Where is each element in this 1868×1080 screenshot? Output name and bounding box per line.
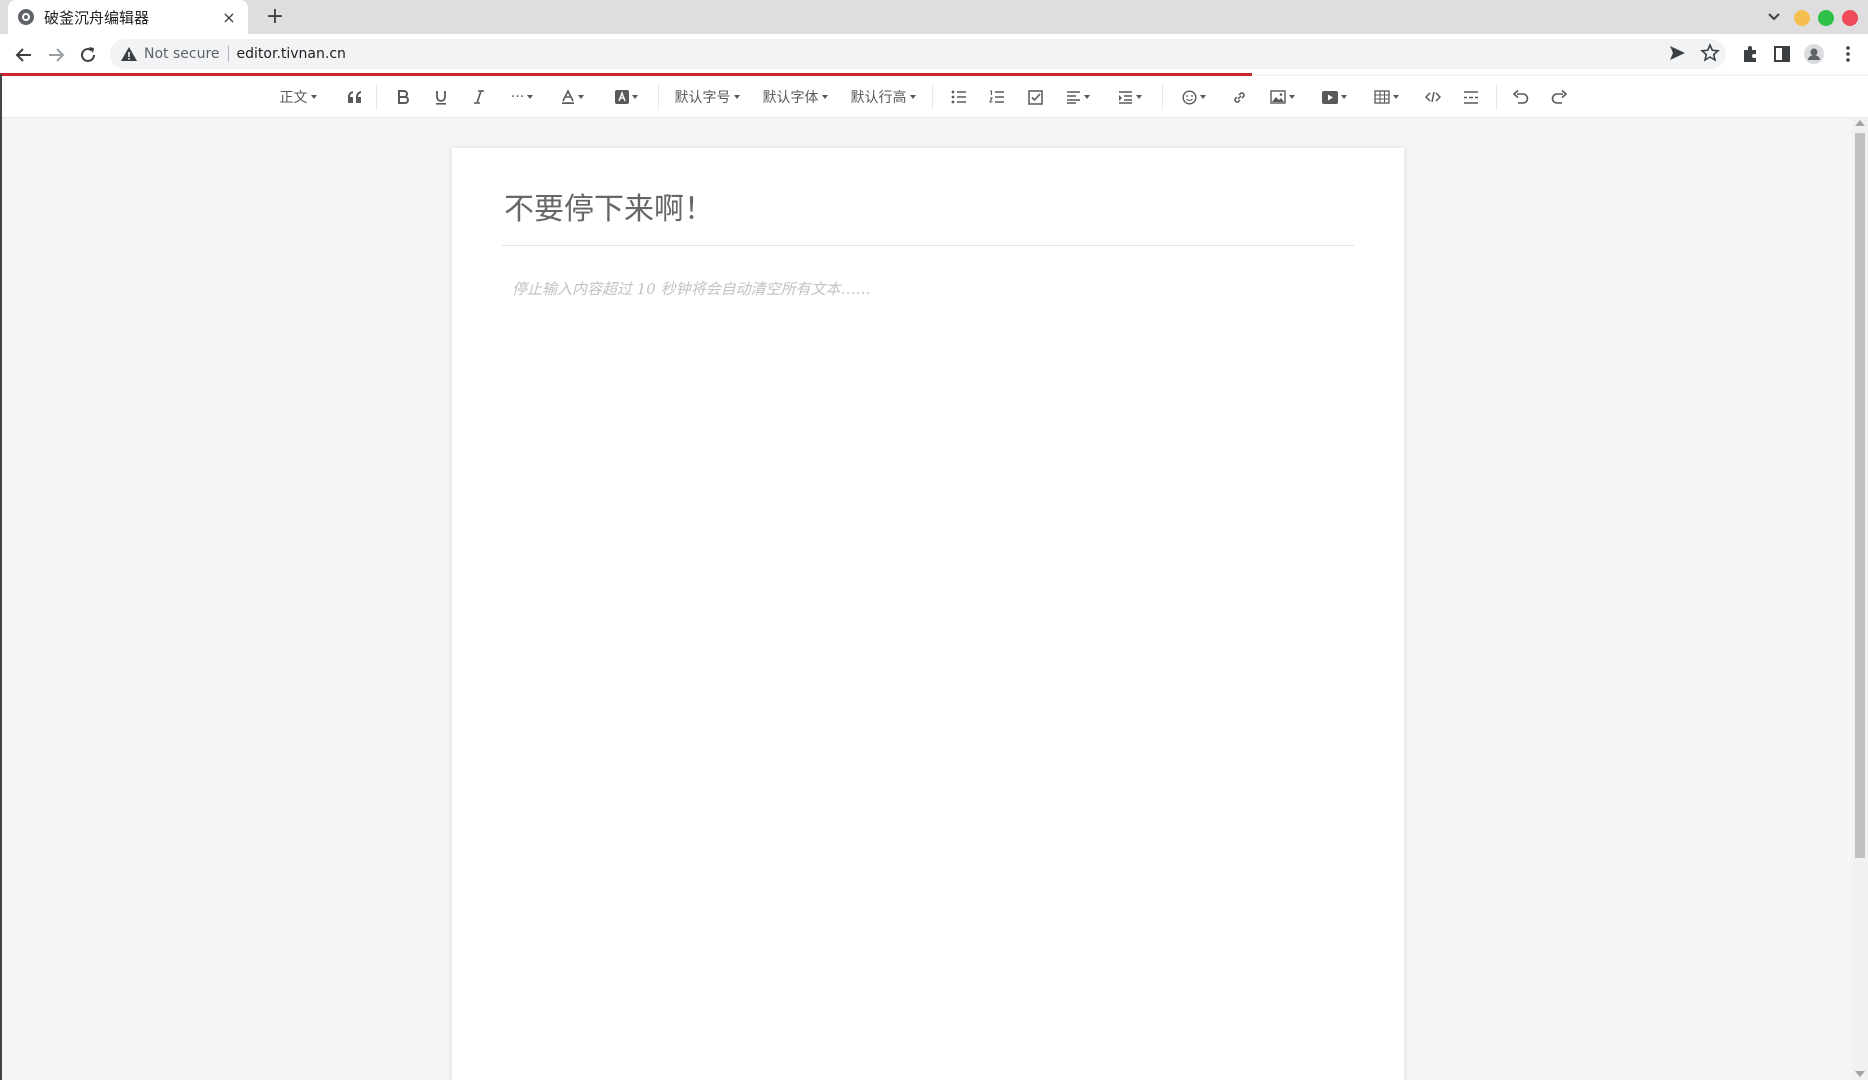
url-text[interactable]: editor.tivnan.cn (237, 46, 346, 62)
bulleted-list-icon[interactable] (946, 84, 972, 110)
todo-checkbox-icon[interactable] (1022, 84, 1048, 110)
side-panel-icon[interactable] (1770, 42, 1794, 66)
profile-avatar-icon[interactable] (1802, 42, 1826, 66)
more-formatting-label: ··· (510, 89, 525, 105)
tab-title: 破釜沉舟编辑器 (44, 8, 150, 27)
scroll-up-arrow-icon[interactable] (1855, 120, 1865, 126)
font-color-icon[interactable] (554, 84, 590, 110)
warning-triangle-icon[interactable] (120, 45, 138, 63)
reload-icon[interactable] (75, 42, 101, 68)
font-size-select-label: 默认字号 (674, 90, 731, 106)
code-icon[interactable] (1420, 84, 1446, 110)
chrome-menu-icon[interactable] (1836, 42, 1860, 66)
bookmark-star-icon[interactable] (1698, 41, 1722, 65)
font-family-select-label: 默认字体 (762, 90, 819, 106)
font-size-select[interactable]: 默认字号 (672, 84, 742, 110)
emoji-icon[interactable] (1176, 84, 1212, 110)
blockquote-icon[interactable] (342, 84, 368, 110)
heading-select-label: 正文 (279, 90, 308, 106)
omnibox[interactable]: Not secure editor.tivnan.cn (110, 39, 1726, 69)
heading-select[interactable]: 正文 (274, 84, 322, 110)
italic-icon[interactable] (466, 84, 492, 110)
indent-icon[interactable] (1112, 84, 1148, 110)
bold-icon[interactable] (390, 84, 416, 110)
redo-icon[interactable] (1546, 84, 1572, 110)
line-height-select-label: 默认行高 (850, 90, 907, 106)
font-family-select[interactable]: 默认字体 (760, 84, 830, 110)
divider-line-icon[interactable] (1458, 84, 1484, 110)
browser-tab[interactable]: 破釜沉舟编辑器 × (8, 0, 248, 34)
background-color-icon[interactable] (608, 84, 644, 110)
editor-toolbar: 正文 ··· 默认字号 默认字体 默认行高 (2, 76, 1868, 118)
link-icon[interactable] (1226, 84, 1252, 110)
new-tab-button[interactable]: + (262, 4, 288, 30)
extensions-puzzle-icon[interactable] (1738, 42, 1762, 66)
window-minimize-button[interactable] (1794, 10, 1810, 26)
editor-body-placeholder[interactable]: 停止输入内容超过 10 秒钟将会自动清空所有文本…… (512, 278, 1352, 302)
document-title[interactable]: 不要停下来啊！ (504, 184, 1352, 240)
security-indicator[interactable]: Not secure (144, 46, 229, 62)
browser-tab-strip: 破釜沉舟编辑器 × + (0, 0, 1868, 34)
title-divider (502, 245, 1354, 246)
tab-search-chevron-icon[interactable] (1763, 6, 1785, 28)
image-icon[interactable] (1264, 84, 1300, 110)
numbered-list-icon[interactable] (984, 84, 1010, 110)
window-close-button[interactable] (1842, 10, 1858, 26)
table-icon[interactable] (1368, 84, 1404, 110)
forward-arrow-icon[interactable] (43, 42, 69, 68)
send-tab-icon[interactable] (1665, 41, 1689, 65)
more-formatting-dropdown[interactable]: ··· (502, 84, 542, 110)
align-icon[interactable] (1060, 84, 1096, 110)
back-arrow-icon[interactable] (11, 42, 37, 68)
browser-toolbar: Not secure editor.tivnan.cn (0, 34, 1868, 74)
underline-icon[interactable] (428, 84, 454, 110)
scroll-down-arrow-icon[interactable] (1855, 1071, 1865, 1077)
globe-icon (18, 9, 34, 25)
line-height-select[interactable]: 默认行高 (848, 84, 918, 110)
window-maximize-button[interactable] (1818, 10, 1834, 26)
scrollbar-thumb[interactable] (1855, 133, 1865, 858)
document-page[interactable]: 不要停下来啊！ 停止输入内容超过 10 秒钟将会自动清空所有文本…… (452, 148, 1404, 1080)
video-icon[interactable] (1316, 84, 1352, 110)
tab-close-button[interactable]: × (220, 8, 238, 27)
undo-icon[interactable] (1508, 84, 1534, 110)
